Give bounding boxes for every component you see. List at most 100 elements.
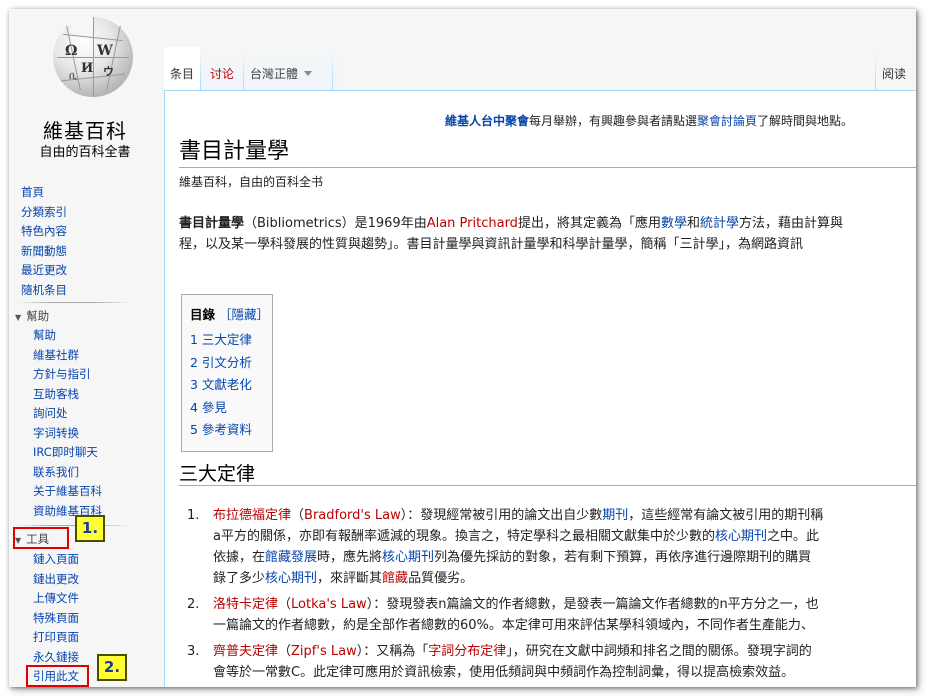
upload-file-link[interactable]: 上傳文件 xyxy=(33,589,79,609)
toc-item[interactable]: 5 參考資料 xyxy=(190,419,252,442)
law-text: ：發現發表n篇論文的作者總數，是發表一篇論文作者總數的n平方分之一，也 xyxy=(373,597,819,612)
meetup-discussion-link[interactable]: 聚會討論頁 xyxy=(697,114,757,128)
site-notice-text-2: 了解時間與地點。 xyxy=(757,114,854,128)
law-text: 品質優劣。 xyxy=(408,571,474,586)
law-text: 時，應先將 xyxy=(317,550,383,565)
bradford-law-link[interactable]: 布拉德福定律 xyxy=(213,508,291,523)
divider xyxy=(17,525,129,526)
contact-link[interactable]: 联系我们 xyxy=(33,463,102,483)
alan-pritchard-link[interactable]: Alan Pritchard xyxy=(427,216,518,231)
article-content: 維基人台中聚會每月舉辦，有興趣參與者請點選聚會討論頁了解時間與地點。 書目計量學… xyxy=(164,90,916,687)
related-changes-link[interactable]: 鏈出更改 xyxy=(33,570,79,590)
site-notice-text: 每月舉辦，有興趣參與者請點選 xyxy=(529,114,698,128)
intro-paragraph: 書目計量學（Bibliometrics）是1969年由Alan Pritchar… xyxy=(179,213,916,255)
law-text: 」，研究在文獻中詞頻和排名之間的關係。發現字詞的 xyxy=(506,644,812,659)
variant-label: 台灣正體 xyxy=(250,67,299,81)
what-links-here-link[interactable]: 鏈入頁面 xyxy=(33,550,79,570)
intro-text: （Bibliometrics）是1969年由 xyxy=(244,216,427,231)
help-portal-toggle[interactable]: ▼ 幫助 xyxy=(15,308,49,324)
divider xyxy=(179,167,916,168)
intro-text: 程，以及某一學科發展的性質與趨勢」。書目計量學與資訊計量學和科學計量學，簡稱「三… xyxy=(179,237,804,252)
toc-title: 目錄 ［隱藏］ xyxy=(190,304,269,323)
core-journal-link[interactable]: 核心期刊 xyxy=(382,550,434,565)
toc-item[interactable]: 4 參見 xyxy=(190,397,252,420)
triangle-down-icon: ▼ xyxy=(15,313,22,322)
bradford-law-en-link[interactable]: Bradford's Law xyxy=(304,508,401,523)
site-tagline: 維基百科，自由的百科全书 xyxy=(179,175,324,189)
core-journal-link[interactable]: 核心期刊 xyxy=(265,571,317,586)
nav-random[interactable]: 隨机条目 xyxy=(21,281,151,301)
list-item: 2. 洛特卡定律（Lotka's Law）：發現發表n篇論文的作者總數，是發表一… xyxy=(187,594,916,636)
law-text: ：又稱為「 xyxy=(363,644,429,659)
law-text: ：發現經常被引用的論文出自少數 xyxy=(407,508,603,523)
mathematics-link[interactable]: 數學 xyxy=(661,216,687,231)
toc-item[interactable]: 3 文獻老化 xyxy=(190,374,252,397)
core-journal-link[interactable]: 核心期刊 xyxy=(715,529,767,544)
divider xyxy=(17,302,129,303)
print-page-link[interactable]: 打印頁面 xyxy=(33,628,79,648)
nav-news[interactable]: 新聞動態 xyxy=(21,242,151,262)
law-text: 之中。此 xyxy=(766,529,819,544)
journal-link[interactable]: 期刊 xyxy=(602,508,628,523)
tools-highlight-box xyxy=(13,527,69,549)
law-text: 依據，在 xyxy=(213,550,266,565)
site-notice: 維基人台中聚會每月舉辦，有興趣參與者請點選聚會討論頁了解時間與地點。 xyxy=(445,112,853,129)
help-portal-list: 幫助 維基社群 方針与指引 互助客栈 詢问处 字词转换 IRC即时聊天 联系我们… xyxy=(33,326,102,521)
policy-link[interactable]: 方針与指引 xyxy=(33,365,102,385)
toc-list: 1 三大定律 2 引文分析 3 文獻老化 4 參見 5 參考資料 xyxy=(190,329,252,442)
zipf-law-en-link[interactable]: Zipf's Law xyxy=(291,644,357,659)
nav-featured[interactable]: 特色內容 xyxy=(21,222,151,242)
nav-categories[interactable]: 分類索引 xyxy=(21,203,151,223)
annotation-tag-1: 1. xyxy=(75,515,105,542)
collection-link[interactable]: 館藏 xyxy=(382,571,408,586)
help-portal-heading: 幫助 xyxy=(26,309,50,323)
page-title: 書目計量學 xyxy=(179,139,290,164)
tab-talk[interactable]: 讨论 xyxy=(201,47,243,90)
toc-hide-toggle[interactable]: ［隱藏］ xyxy=(219,307,269,322)
toc-item[interactable]: 2 引文分析 xyxy=(190,352,252,375)
collection-development-link[interactable]: 館藏發展 xyxy=(265,550,317,565)
meetup-link[interactable]: 維基人台中聚會 xyxy=(445,114,529,128)
browser-page-frame: Ω W И ウ ቢ 維基百科 自由的百科全書 首頁 分類索引 特色內容 新聞動態… xyxy=(9,9,916,687)
law-text: 錄了多少 xyxy=(213,571,266,586)
about-link[interactable]: 关于維基百科 xyxy=(33,482,102,502)
intro-bold-term: 書目計量學 xyxy=(179,216,245,231)
section-heading: 三大定律 xyxy=(179,463,256,485)
reference-desk-link[interactable]: 詢问处 xyxy=(33,404,102,424)
tab-article[interactable]: 条目 xyxy=(164,47,200,90)
lotka-law-link[interactable]: 洛特卡定律 xyxy=(213,597,278,612)
word-distribution-law-link[interactable]: 字詞分布定律 xyxy=(428,644,506,659)
irc-link[interactable]: IRC即时聊天 xyxy=(33,443,102,463)
divider xyxy=(332,51,333,93)
lotka-law-en-link[interactable]: Lotka's Law xyxy=(291,597,367,612)
tab-read[interactable]: 阅读 xyxy=(882,47,906,90)
navigation-menu: 首頁 分類索引 特色內容 新聞動態 最近更改 隨机条目 xyxy=(21,183,151,300)
law-text: a平方的關係，亦即有報酬率遞減的現象。換言之，特定學科之最相關文獻集中於少數的 xyxy=(213,529,715,544)
laws-list: 1. 布拉德福定律（Bradford's Law）：發現經常被引用的論文出自少數… xyxy=(187,505,916,687)
list-number: 1. xyxy=(187,508,200,523)
zipf-law-link[interactable]: 齊普夫定律 xyxy=(213,644,278,659)
wikipedia-logo[interactable]: Ω W И ウ ቢ 維基百科 自由的百科全書 xyxy=(9,9,161,179)
special-pages-link[interactable]: 特殊頁面 xyxy=(33,609,79,629)
law-text: 列為優先採訪的對象，若有剩下預算，再依序進行邊際期刊的購買 xyxy=(434,550,812,565)
table-of-contents: 目錄 ［隱藏］ 1 三大定律 2 引文分析 3 文獻老化 4 參見 5 參考資料 xyxy=(181,294,273,452)
village-pump-link[interactable]: 互助客栈 xyxy=(33,385,102,405)
logo-subtitle: 自由的百科全書 xyxy=(39,145,131,160)
law-text: 會等於一常數C。此定律可應用於資訊檢索，使用低頻詞與中頻詞作為控制詞彙，得以提高… xyxy=(213,665,795,680)
variant-dropdown[interactable]: 台灣正體 xyxy=(244,47,338,90)
toc-item[interactable]: 1 三大定律 xyxy=(190,329,252,352)
intro-text: 方法，藉由計算與 xyxy=(739,216,844,231)
community-link[interactable]: 維基社群 xyxy=(33,346,102,366)
list-item: 1. 布拉德福定律（Bradford's Law）：發現經常被引用的論文出自少數… xyxy=(187,505,916,589)
chevron-down-icon xyxy=(304,71,313,76)
statistics-link[interactable]: 統計學 xyxy=(700,216,739,231)
conversion-link[interactable]: 字词转换 xyxy=(33,424,102,444)
list-number: 3. xyxy=(187,644,200,659)
nav-main-page[interactable]: 首頁 xyxy=(21,183,151,203)
annotation-tag-2: 2. xyxy=(97,654,127,681)
nav-recent-changes[interactable]: 最近更改 xyxy=(21,261,151,281)
cite-highlight-box xyxy=(26,665,89,687)
intro-text: 提出，將其定義為「應用 xyxy=(517,216,661,231)
help-link[interactable]: 幫助 xyxy=(33,326,102,346)
divider xyxy=(875,51,876,93)
